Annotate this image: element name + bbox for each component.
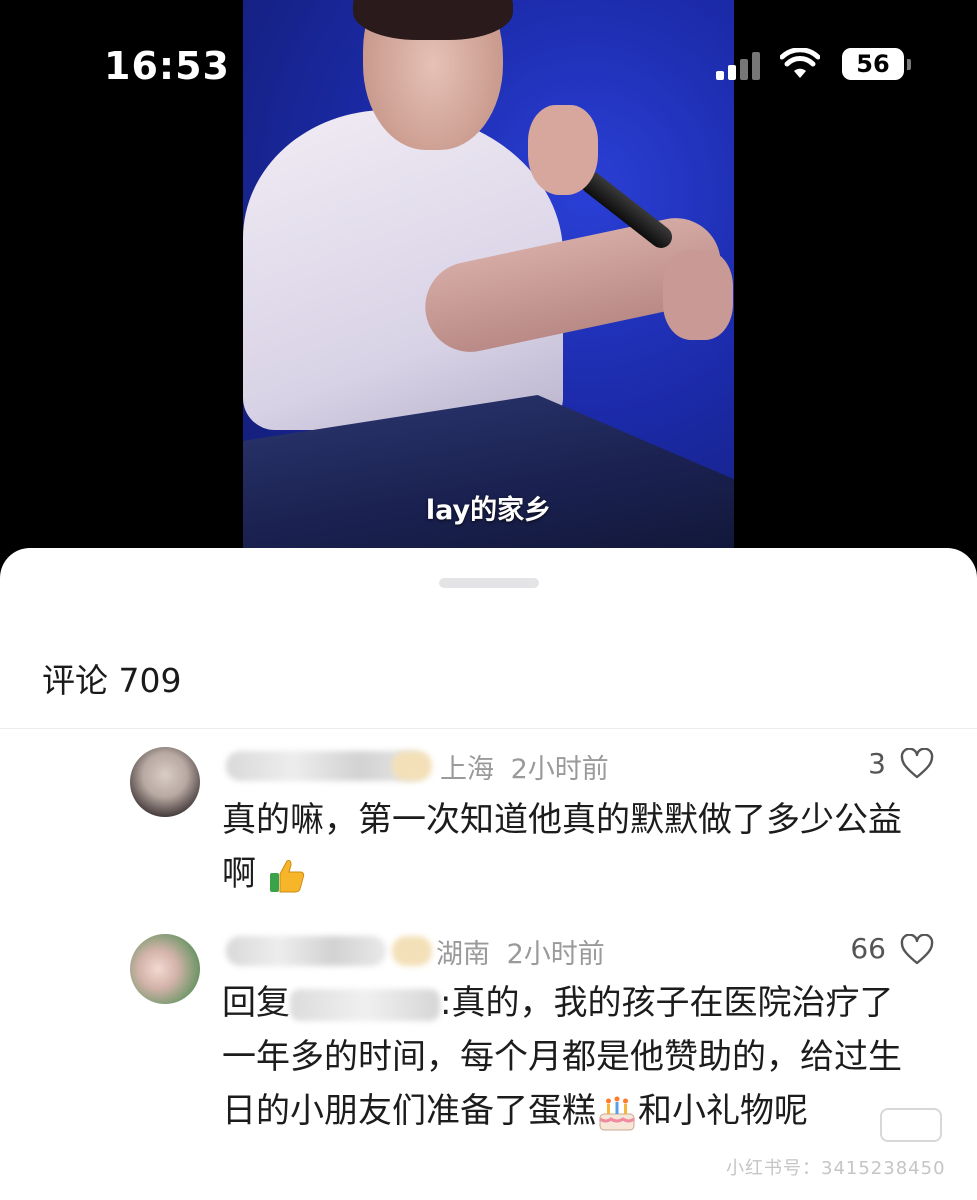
watermark-id: 小红书号：3415238450 xyxy=(726,1158,946,1179)
comment-time: 2小时前 xyxy=(506,939,605,970)
comment-text: 真的嘛，第一次知道他真的默默做了多少公益啊 xyxy=(222,800,902,894)
comment-location-time: 上海 2小时前 xyxy=(440,747,609,786)
battery-indicator: 56 xyxy=(842,48,911,80)
avatar[interactable] xyxy=(130,934,200,1004)
user-badge-redacted xyxy=(392,751,432,781)
performer-hand xyxy=(663,250,733,340)
comments-sheet: 评论 709 上海 2小时前 3 真的嘛，第一次知道他真的默默做了多少公益啊 湖… xyxy=(0,548,977,1200)
header-divider xyxy=(0,728,977,729)
username-redacted[interactable] xyxy=(226,936,386,966)
comment-location: 湖南 xyxy=(436,939,490,970)
comment-body: 回复:真的，我的孩子在医院治疗了一年多的时间，每个月都是他赞助的，给过生日的小朋… xyxy=(222,976,922,1138)
sheet-drag-handle[interactable] xyxy=(439,578,539,588)
reply-target-redacted xyxy=(290,988,440,1021)
wifi-icon xyxy=(780,48,820,78)
user-badge-redacted xyxy=(392,936,432,966)
comment-item[interactable]: 上海 2小时前 3 真的嘛，第一次知道他真的默默做了多少公益啊 xyxy=(0,743,977,903)
comment-text-tail: 和小礼物呢 xyxy=(638,1091,808,1131)
heart-icon[interactable] xyxy=(900,934,934,966)
video-subtitle: lay的家乡 xyxy=(425,495,552,526)
status-time: 16:53 xyxy=(104,44,230,88)
birthday-cake-icon xyxy=(599,1096,635,1130)
heart-icon[interactable] xyxy=(900,748,934,780)
status-bar: 16:53 56 xyxy=(0,0,977,120)
comment-location: 上海 xyxy=(440,754,494,785)
comments-count-title: 评论 709 xyxy=(42,661,182,700)
cellular-signal-icon xyxy=(716,52,762,80)
comment-body: 真的嘛，第一次知道他真的默默做了多少公益啊 xyxy=(222,793,922,901)
like-count: 66 xyxy=(850,932,886,965)
reply-prefix: 回复 xyxy=(222,983,290,1023)
avatar[interactable] xyxy=(130,747,200,817)
comment-time: 2小时前 xyxy=(510,754,609,785)
watermark-logo xyxy=(880,1108,942,1142)
like-count: 3 xyxy=(868,747,886,780)
thumbs-up-icon xyxy=(269,859,304,892)
comment-location-time: 湖南 2小时前 xyxy=(436,932,605,971)
